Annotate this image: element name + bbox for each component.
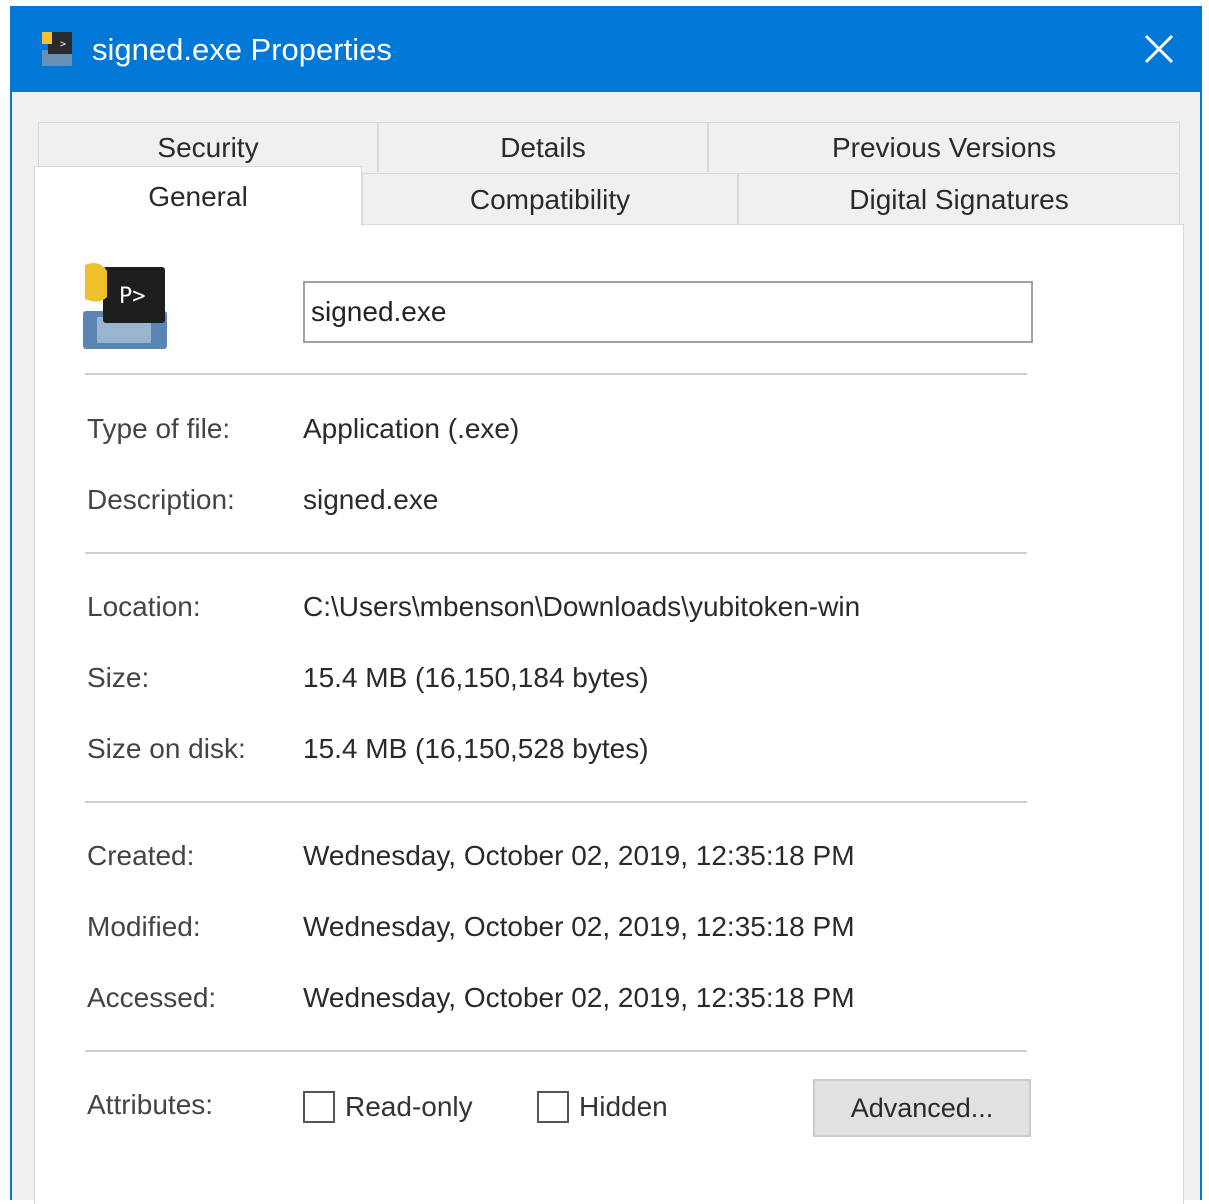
tab-general[interactable]: General (34, 166, 362, 226)
python-exe-icon: P> (83, 263, 167, 349)
attributes-label: Attributes: (87, 1089, 214, 1120)
separator (85, 373, 1027, 375)
accessed-value: Wednesday, October 02, 2019, 12:35:18 PM (303, 982, 855, 1013)
separator (85, 552, 1027, 554)
size-on-disk-label: Size on disk: (87, 733, 246, 764)
svg-text:>: > (60, 39, 66, 50)
size-value: 15.4 MB (16,150,184 bytes) (303, 662, 649, 693)
read-only-checkbox[interactable] (303, 1091, 335, 1123)
general-panel: P> Type of file: Application (.exe) Desc… (34, 224, 1184, 1204)
separator (85, 1050, 1027, 1052)
hidden-checkbox[interactable] (537, 1091, 569, 1123)
tab-previous-versions[interactable]: Previous Versions (708, 122, 1180, 172)
tab-details[interactable]: Details (378, 122, 708, 172)
size-on-disk-value: 15.4 MB (16,150,528 bytes) (303, 733, 649, 764)
python-exe-icon: > (42, 32, 72, 66)
type-of-file-label: Type of file: (87, 413, 231, 444)
created-value: Wednesday, October 02, 2019, 12:35:18 PM (303, 840, 855, 871)
file-name-input[interactable] (303, 281, 1033, 343)
tab-digital-signatures[interactable]: Digital Signatures (738, 173, 1180, 225)
modified-label: Modified: (87, 911, 201, 942)
description-value: signed.exe (303, 484, 439, 515)
description-label: Description: (87, 484, 235, 515)
location-label: Location: (87, 591, 201, 622)
size-label: Size: (87, 662, 150, 693)
tab-compatibility[interactable]: Compatibility (362, 173, 738, 225)
created-label: Created: (87, 840, 195, 871)
hidden-label[interactable]: Hidden (579, 1089, 668, 1125)
read-only-label[interactable]: Read-only (345, 1089, 473, 1125)
window-title: signed.exe Properties (92, 32, 392, 67)
separator (85, 801, 1027, 803)
title-bar[interactable]: > signed.exe Properties (10, 6, 1202, 92)
svg-text:P>: P> (119, 284, 146, 309)
advanced-button[interactable]: Advanced... (813, 1079, 1031, 1137)
accessed-label: Accessed: (87, 982, 217, 1013)
type-of-file-value: Application (.exe) (303, 413, 520, 444)
properties-window: > signed.exe Properties Security Details… (10, 6, 1202, 1204)
tab-security[interactable]: Security (38, 122, 378, 172)
location-value: C:\Users\mbenson\Downloads\yubitoken-win (303, 591, 861, 622)
modified-value: Wednesday, October 02, 2019, 12:35:18 PM (303, 911, 855, 942)
close-icon (1144, 34, 1174, 64)
close-button[interactable] (1116, 6, 1202, 92)
